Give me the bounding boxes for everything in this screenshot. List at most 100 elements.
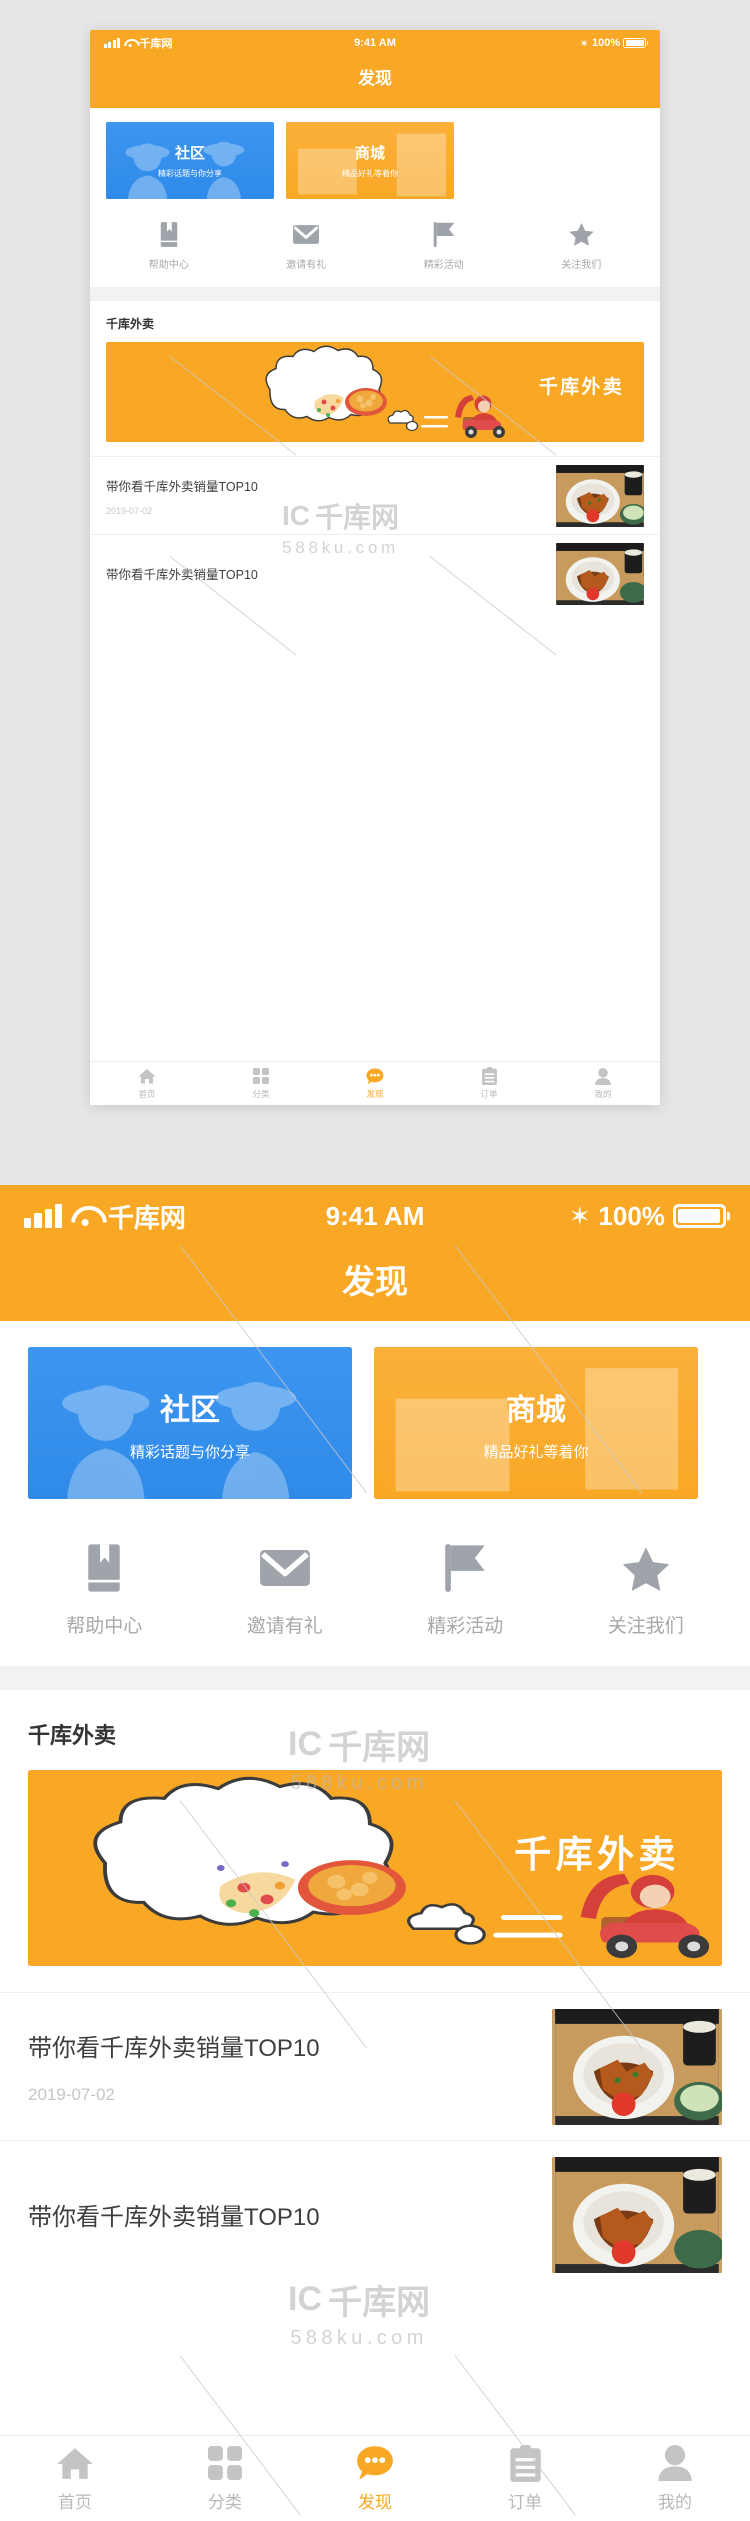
entry-card-community[interactable]: 社区 精彩话题与你分享 — [28, 1347, 352, 1499]
quick-link-label: 关注我们 — [561, 260, 602, 271]
quick-link-label: 帮助中心 — [66, 1616, 143, 1637]
section-title: 千库外卖 — [28, 1723, 117, 1748]
tab-label: 我的 — [594, 1089, 612, 1099]
battery-percent-label: 100% — [592, 37, 621, 49]
bluetooth-icon: ✶ — [568, 1200, 591, 1231]
flag-icon — [432, 221, 456, 247]
entry-card-subtitle: 精彩话题与你分享 — [158, 169, 222, 178]
person-icon — [658, 2444, 692, 2482]
article-text-block: 带你看千库外卖销量TOP10 — [28, 2197, 320, 2232]
article-text-block: 带你看千库外卖销量TOP10 2019-07-02 — [28, 2028, 320, 2105]
quick-link-help-center[interactable]: 帮助中心 — [100, 221, 238, 271]
chat-bubble-icon — [356, 2444, 394, 2482]
entry-card-mall[interactable]: 商城 精品好礼等着你 — [286, 122, 454, 199]
bottom-tab-bar: 首页 分类 发现 订单 我的 — [0, 2435, 750, 2521]
star-icon — [622, 1543, 670, 1593]
quick-link-label: 精彩活动 — [423, 260, 464, 271]
star-icon — [569, 221, 594, 247]
page-title: 发现 — [358, 69, 392, 88]
quick-link-invite[interactable]: 邀请有礼 — [238, 221, 376, 271]
quick-link-help-center[interactable]: 帮助中心 — [14, 1543, 195, 1638]
entry-card-title: 商城 — [354, 145, 385, 162]
entry-card-title: 社区 — [160, 1393, 220, 1427]
tab-home[interactable]: 首页 — [90, 1062, 204, 1105]
status-bar: 千库网 9:41 AM ✶ 100% — [0, 1185, 750, 1247]
tab-label: 订单 — [480, 1089, 498, 1099]
article-row[interactable]: 带你看千库外卖销量TOP10 2019-07-02 — [90, 456, 660, 534]
entry-card-title: 商城 — [506, 1393, 566, 1427]
quick-link-label: 邀请有礼 — [246, 1616, 323, 1637]
quick-link-events[interactable]: 精彩活动 — [375, 221, 513, 271]
entry-card-subtitle: 精品好礼等着你 — [342, 169, 398, 178]
page-title: 发现 — [342, 1263, 408, 1300]
article-date: 2019-07-02 — [106, 505, 153, 516]
status-bar-time: 9:41 AM — [354, 37, 396, 49]
chat-bubble-icon — [366, 1067, 384, 1085]
battery-percent-label: 100% — [598, 1200, 665, 1231]
quick-link-invite[interactable]: 邀请有礼 — [195, 1543, 376, 1638]
article-list: 带你看千库外卖销量TOP10 2019-07-02 带你看千库外卖销量TOP10 — [90, 456, 660, 612]
article-title: 带你看千库外卖销量TOP10 — [106, 568, 258, 582]
entry-card-mall[interactable]: 商城 精品好礼等着你 — [374, 1347, 698, 1499]
tab-category[interactable]: 分类 — [204, 1062, 318, 1105]
tab-label: 首页 — [138, 1089, 156, 1099]
article-thumbnail — [552, 2156, 722, 2273]
quick-links-row: 帮助中心 邀请有礼 精彩活动 关注我们 — [0, 1499, 750, 1666]
tab-label: 发现 — [366, 1089, 384, 1099]
envelope-icon — [293, 221, 320, 247]
battery-full-icon — [672, 1203, 726, 1229]
grid-icon — [208, 2444, 242, 2482]
book-icon — [158, 221, 180, 247]
article-list: 带你看千库外卖销量TOP10 2019-07-02 带你看千库外卖销量TOP10 — [0, 1992, 750, 2288]
quick-link-label: 关注我们 — [607, 1616, 684, 1637]
tab-label: 首页 — [58, 2493, 92, 2512]
battery-full-icon — [623, 37, 646, 49]
article-row[interactable]: 带你看千库外卖销量TOP10 — [90, 534, 660, 612]
book-icon — [83, 1543, 125, 1593]
status-bar: 千库网 9:41 AM ✶ 100% — [90, 30, 660, 56]
entry-card-row: 社区 精彩话题与你分享 商城 精品好礼等着你 — [90, 108, 660, 199]
entry-card-community[interactable]: 社区 精彩话题与你分享 — [106, 122, 274, 199]
tab-label: 订单 — [508, 2493, 542, 2512]
quick-link-label: 邀请有礼 — [286, 260, 327, 271]
quick-link-events[interactable]: 精彩活动 — [375, 1543, 556, 1638]
tab-home[interactable]: 首页 — [0, 2436, 150, 2521]
status-bar-right: ✶ 100% — [579, 37, 646, 50]
status-bar-right: ✶ 100% — [569, 1201, 726, 1232]
article-text-block: 带你看千库外卖销量TOP10 2019-07-02 — [106, 476, 258, 516]
tab-discover[interactable]: 发现 — [318, 1062, 432, 1105]
clipboard-icon — [509, 2444, 541, 2482]
tab-discover[interactable]: 发现 — [300, 2436, 450, 2521]
quick-link-follow-us[interactable]: 关注我们 — [556, 1543, 737, 1638]
article-thumbnail — [556, 464, 644, 527]
article-row[interactable]: 带你看千库外卖销量TOP10 — [0, 2140, 750, 2288]
article-title: 带你看千库外卖销量TOP10 — [106, 479, 258, 494]
article-title: 带你看千库外卖销量TOP10 — [28, 2035, 320, 2062]
article-row[interactable]: 带你看千库外卖销量TOP10 2019-07-02 — [0, 1992, 750, 2140]
promo-banner[interactable]: 千库外卖 — [28, 1770, 722, 1966]
envelope-icon — [259, 1543, 310, 1593]
tab-label: 我的 — [658, 2493, 692, 2512]
entry-card-subtitle: 精彩话题与你分享 — [129, 1443, 250, 1461]
quick-links-row: 帮助中心 邀请有礼 精彩活动 关注我们 — [90, 199, 660, 287]
tab-profile[interactable]: 我的 — [600, 2436, 750, 2521]
banner-text: 千库外卖 — [538, 377, 624, 398]
bottom-tab-bar: 首页 分类 发现 订单 我的 — [90, 1061, 660, 1105]
clipboard-icon — [481, 1067, 497, 1085]
article-title: 带你看千库外卖销量TOP10 — [28, 2204, 320, 2231]
quick-link-follow-us[interactable]: 关注我们 — [513, 221, 651, 271]
grid-icon — [253, 1067, 269, 1085]
home-icon — [56, 2444, 94, 2482]
article-date: 2019-07-02 — [28, 2085, 115, 2104]
article-text-block: 带你看千库外卖销量TOP10 — [106, 564, 258, 583]
tab-orders[interactable]: 订单 — [432, 1062, 546, 1105]
tab-profile[interactable]: 我的 — [546, 1062, 660, 1105]
nav-bar: 发现 — [90, 56, 660, 108]
tab-category[interactable]: 分类 — [150, 2436, 300, 2521]
promo-banner[interactable]: 千库外卖 — [106, 342, 644, 442]
section-title: 千库外卖 — [106, 317, 155, 331]
tab-label: 分类 — [252, 1089, 270, 1099]
nav-bar: 发现 — [0, 1247, 750, 1321]
tab-orders[interactable]: 订单 — [450, 2436, 600, 2521]
bluetooth-icon: ✶ — [579, 37, 589, 50]
